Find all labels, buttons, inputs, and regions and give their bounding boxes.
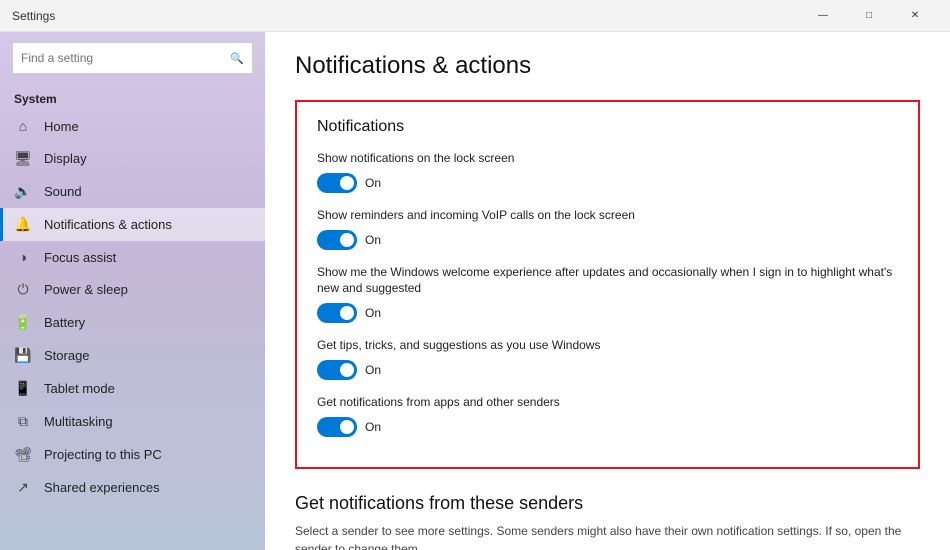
toggle-row-4: Get notifications from apps and other se…: [317, 394, 898, 437]
sidebar-item-projecting[interactable]: 📽 Projecting to this PC: [0, 438, 265, 471]
toggle-label-3: Get tips, tricks, and suggestions as you…: [317, 337, 898, 354]
titlebar: Settings — □ ✕: [0, 0, 950, 32]
toggle-switch-4[interactable]: [317, 417, 357, 437]
senders-section: Get notifications from these senders Sel…: [295, 493, 920, 550]
focus-icon: ◑: [14, 249, 32, 265]
tablet-icon: 📱: [14, 380, 32, 397]
sidebar-item-label-sound: Sound: [44, 184, 82, 199]
sidebar-item-shared[interactable]: ↗ Shared experiences: [0, 471, 265, 504]
sidebar-item-label-power: Power & sleep: [44, 282, 128, 297]
sidebar-item-label-focus: Focus assist: [44, 250, 116, 265]
sidebar-item-label-storage: Storage: [44, 348, 90, 363]
toggle-state-0: On: [365, 176, 381, 190]
toggle-switch-3[interactable]: [317, 360, 357, 380]
main-content: Notifications & actions Notifications Sh…: [265, 32, 950, 550]
toggle-state-1: On: [365, 233, 381, 247]
senders-title: Get notifications from these senders: [295, 493, 920, 514]
home-icon: ⌂: [14, 118, 32, 134]
sidebar-item-focus[interactable]: ◑ Focus assist: [0, 241, 265, 273]
sidebar: 🔍 System ⌂ Home 🖥 Display 🔊 Sound 🔔 Noti…: [0, 32, 265, 550]
sidebar-item-storage[interactable]: 💾 Storage: [0, 339, 265, 372]
sidebar-item-battery[interactable]: 🔋 Battery: [0, 306, 265, 339]
sidebar-item-label-notifications: Notifications & actions: [44, 217, 172, 232]
sidebar-item-label-shared: Shared experiences: [44, 480, 160, 495]
senders-description: Select a sender to see more settings. So…: [295, 522, 920, 550]
toggle-label-2: Show me the Windows welcome experience a…: [317, 264, 898, 298]
toggle-state-3: On: [365, 363, 381, 377]
notifications-box: Notifications Show notifications on the …: [295, 100, 920, 469]
sidebar-item-tablet[interactable]: 📱 Tablet mode: [0, 372, 265, 405]
titlebar-controls: — □ ✕: [800, 0, 938, 32]
projecting-icon: 📽: [14, 446, 32, 463]
notifications-icon: 🔔: [14, 216, 32, 233]
shared-icon: ↗: [14, 479, 32, 496]
sidebar-item-home[interactable]: ⌂ Home: [0, 110, 265, 142]
battery-icon: 🔋: [14, 314, 32, 331]
toggles-container: Show notifications on the lock screen On…: [317, 150, 898, 437]
sidebar-item-sound[interactable]: 🔊 Sound: [0, 175, 265, 208]
sidebar-item-label-tablet: Tablet mode: [44, 381, 115, 396]
system-label: System: [0, 84, 265, 110]
toggle-switch-1[interactable]: [317, 230, 357, 250]
sidebar-item-display[interactable]: 🖥 Display: [0, 142, 265, 175]
toggle-switch-2[interactable]: [317, 303, 357, 323]
multitasking-icon: ⧉: [14, 413, 32, 430]
sidebar-item-notifications[interactable]: 🔔 Notifications & actions: [0, 208, 265, 241]
search-icon: 🔍: [230, 52, 244, 65]
search-box[interactable]: 🔍: [12, 42, 253, 74]
toggle-row-2: Show me the Windows welcome experience a…: [317, 264, 898, 324]
toggle-control-3: On: [317, 360, 898, 380]
minimize-button[interactable]: —: [800, 0, 846, 32]
display-icon: 🖥: [14, 150, 32, 167]
sidebar-item-label-display: Display: [44, 151, 87, 166]
toggle-row-1: Show reminders and incoming VoIP calls o…: [317, 207, 898, 250]
storage-icon: 💾: [14, 347, 32, 364]
toggle-control-1: On: [317, 230, 898, 250]
toggle-row-0: Show notifications on the lock screen On: [317, 150, 898, 193]
toggle-switch-0[interactable]: [317, 173, 357, 193]
app-container: 🔍 System ⌂ Home 🖥 Display 🔊 Sound 🔔 Noti…: [0, 32, 950, 550]
sidebar-item-label-battery: Battery: [44, 315, 85, 330]
sidebar-item-label-home: Home: [44, 119, 79, 134]
toggle-row-3: Get tips, tricks, and suggestions as you…: [317, 337, 898, 380]
power-icon: ⏻: [14, 281, 32, 298]
sidebar-item-multitasking[interactable]: ⧉ Multitasking: [0, 405, 265, 438]
toggle-control-0: On: [317, 173, 898, 193]
maximize-button[interactable]: □: [846, 0, 892, 32]
nav-container: ⌂ Home 🖥 Display 🔊 Sound 🔔 Notifications…: [0, 110, 265, 504]
search-input[interactable]: [21, 51, 230, 65]
toggle-control-4: On: [317, 417, 898, 437]
close-button[interactable]: ✕: [892, 0, 938, 32]
sidebar-item-power[interactable]: ⏻ Power & sleep: [0, 273, 265, 306]
toggle-label-4: Get notifications from apps and other se…: [317, 394, 898, 411]
toggle-state-4: On: [365, 420, 381, 434]
titlebar-title: Settings: [12, 9, 55, 23]
sidebar-item-label-multitasking: Multitasking: [44, 414, 113, 429]
page-title: Notifications & actions: [295, 52, 920, 80]
toggle-label-1: Show reminders and incoming VoIP calls o…: [317, 207, 898, 224]
sound-icon: 🔊: [14, 183, 32, 200]
toggle-state-2: On: [365, 306, 381, 320]
notifications-section-title: Notifications: [317, 118, 898, 136]
toggle-label-0: Show notifications on the lock screen: [317, 150, 898, 167]
toggle-control-2: On: [317, 303, 898, 323]
sidebar-item-label-projecting: Projecting to this PC: [44, 447, 162, 462]
